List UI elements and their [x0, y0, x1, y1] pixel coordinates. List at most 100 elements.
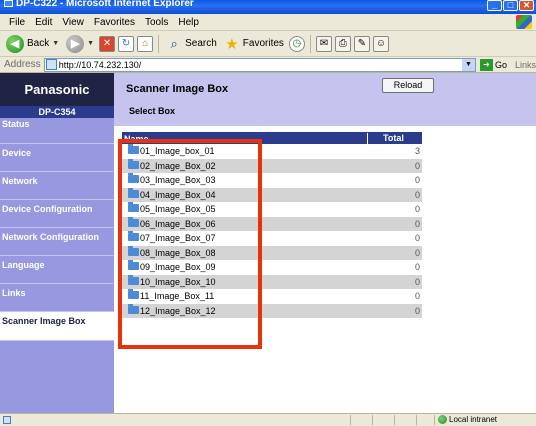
box-name-link[interactable]: 06_Image_Box_06 — [140, 219, 216, 229]
links-button[interactable]: Links — [515, 60, 536, 70]
folder-icon — [128, 158, 139, 169]
box-name-link[interactable]: 08_Image_Box_08 — [140, 248, 216, 258]
windows-logo-icon — [516, 15, 532, 29]
box-name-link[interactable]: 10_Image_Box_10 — [140, 277, 216, 287]
address-url: http://10.74.232.130/ — [58, 59, 142, 70]
status-divider — [394, 415, 395, 425]
sidebar-item-device-configuration[interactable]: Device Configuration — [0, 200, 114, 228]
address-bar: Address http://10.74.232.130/ ▼ ➔ Go Lin… — [0, 57, 536, 73]
main-header: Scanner Image Box Select Box Reload — [114, 73, 536, 126]
sidebar: Panasonic DP-C354 Status Device Network … — [0, 73, 114, 413]
sidebar-item-status[interactable]: Status — [0, 118, 114, 144]
table-row: 05_Image_Box_05 0 — [122, 202, 422, 217]
toolbar: ◀ Back ▼ ▶ ▼ ✕ ↻ ⌂ ⌕ Search ★ Favorites … — [0, 31, 536, 57]
box-total: 0 — [414, 291, 420, 301]
table-row: 07_Image_Box_07 0 — [122, 231, 422, 246]
status-divider — [372, 415, 373, 425]
stop-icon[interactable]: ✕ — [99, 35, 116, 52]
home-icon[interactable]: ⌂ — [137, 35, 154, 52]
menu-file[interactable]: File — [4, 17, 30, 28]
window-controls: _ □ ✕ — [487, 0, 534, 11]
box-name-link[interactable]: 09_Image_Box_09 — [140, 262, 216, 272]
table-row: 06_Image_Box_06 0 — [122, 216, 422, 231]
status-divider — [434, 415, 435, 425]
search-label: Search — [185, 38, 217, 49]
mail-icon[interactable]: ✉ — [315, 35, 332, 52]
address-input[interactable]: http://10.74.232.130/ ▼ — [43, 57, 476, 72]
table-row: 01_Image_box_01 3 — [122, 144, 422, 159]
box-total: 0 — [414, 189, 420, 200]
go-button[interactable]: ➔ Go — [479, 58, 507, 71]
back-dropdown-icon[interactable]: ▼ — [52, 40, 59, 47]
box-total: 3 — [414, 146, 420, 156]
box-name-link[interactable]: 07_Image_Box_07 — [140, 233, 216, 243]
folder-icon — [128, 144, 139, 154]
ie-window-icon — [4, 0, 13, 7]
messenger-icon[interactable]: ☺ — [372, 35, 389, 52]
box-name-link[interactable]: 03_Image_Box_03 — [140, 175, 216, 185]
menu-tools[interactable]: Tools — [140, 17, 173, 28]
minimize-button[interactable]: _ — [487, 0, 502, 11]
box-name-link[interactable]: 02_Image_Box_02 — [140, 161, 216, 171]
sidebar-item-language[interactable]: Language — [0, 256, 114, 284]
table-row: 09_Image_Box_09 0 — [122, 260, 422, 275]
history-icon[interactable]: ◷ — [288, 35, 305, 52]
menu-edit[interactable]: Edit — [30, 17, 57, 28]
box-table: Name Total 01_Image_box_01 3 02_Image_Box_… — [122, 132, 422, 318]
go-label: Go — [494, 59, 507, 70]
security-zone: Local intranet — [438, 415, 497, 424]
page-subtitle: Select Box — [129, 106, 176, 116]
folder-icon — [128, 303, 139, 314]
address-label: Address — [4, 59, 41, 70]
maximize-button[interactable]: □ — [503, 0, 518, 11]
intranet-zone-icon — [438, 415, 447, 424]
forward-button[interactable]: ▶ ▼ — [64, 33, 96, 55]
folder-icon — [128, 274, 139, 285]
table-body: 01_Image_box_01 3 02_Image_Box_02 0 03_Image… — [122, 144, 422, 318]
box-name-link[interactable]: 12_Image_Box_12 — [140, 306, 216, 316]
box-total: 0 — [414, 204, 420, 214]
folder-icon — [128, 245, 139, 256]
folder-icon — [128, 216, 139, 227]
model-label: DP-C354 — [0, 106, 114, 118]
print-icon[interactable]: ⎙ — [334, 35, 351, 52]
table-row: 11_Image_Box_11 0 — [122, 289, 422, 304]
edit-icon[interactable]: ✎ — [353, 35, 370, 52]
main-panel: Scanner Image Box Select Box Reload Name… — [114, 73, 536, 413]
title-bar: DP-C322 - Microsoft Internet Explorer _ … — [0, 0, 536, 14]
menu-view[interactable]: View — [57, 17, 89, 28]
box-total: 0 — [414, 218, 420, 229]
forward-arrow-icon: ▶ — [66, 34, 85, 53]
table-row: 08_Image_Box_08 0 — [122, 245, 422, 260]
back-button[interactable]: ◀ Back ▼ — [4, 33, 61, 55]
forward-dropdown-icon[interactable]: ▼ — [87, 40, 94, 47]
reload-button[interactable]: Reload — [382, 78, 434, 93]
table-row: 02_Image_Box_02 0 — [122, 158, 422, 173]
refresh-icon[interactable]: ↻ — [118, 35, 135, 52]
brand-logo: Panasonic — [0, 73, 114, 106]
status-divider — [416, 415, 417, 425]
sidebar-item-device[interactable]: Device — [0, 144, 114, 172]
favorites-button[interactable]: ★ Favorites — [222, 33, 286, 55]
table-row: 04_Image_Box_04 0 — [122, 187, 422, 202]
favorites-label: Favorites — [242, 38, 284, 49]
box-name-link[interactable]: 01_Image_box_01 — [140, 146, 215, 156]
sidebar-item-network[interactable]: Network — [0, 172, 114, 200]
box-name-link[interactable]: 05_Image_Box_05 — [140, 204, 216, 214]
folder-icon — [128, 202, 139, 212]
menu-favorites[interactable]: Favorites — [89, 17, 140, 28]
box-name-link[interactable]: 04_Image_Box_04 — [140, 190, 216, 200]
close-button[interactable]: ✕ — [519, 0, 534, 11]
table-row: 03_Image_Box_03 0 — [122, 173, 422, 188]
menu-help[interactable]: Help — [173, 17, 204, 28]
address-dropdown-icon[interactable]: ▼ — [461, 58, 475, 71]
sidebar-item-scanner-image-box[interactable]: Scanner Image Box — [0, 312, 114, 341]
page-content: Panasonic DP-C354 Status Device Network … — [0, 73, 536, 413]
search-button[interactable]: ⌕ Search — [164, 33, 219, 55]
page-status-icon — [3, 416, 11, 424]
folder-icon — [128, 260, 139, 270]
sidebar-item-network-configuration[interactable]: Network Configuration — [0, 228, 114, 256]
page-title: Scanner Image Box — [126, 83, 229, 95]
box-name-link[interactable]: 11_Image_Box_11 — [140, 291, 214, 301]
sidebar-item-links[interactable]: Links — [0, 284, 114, 312]
